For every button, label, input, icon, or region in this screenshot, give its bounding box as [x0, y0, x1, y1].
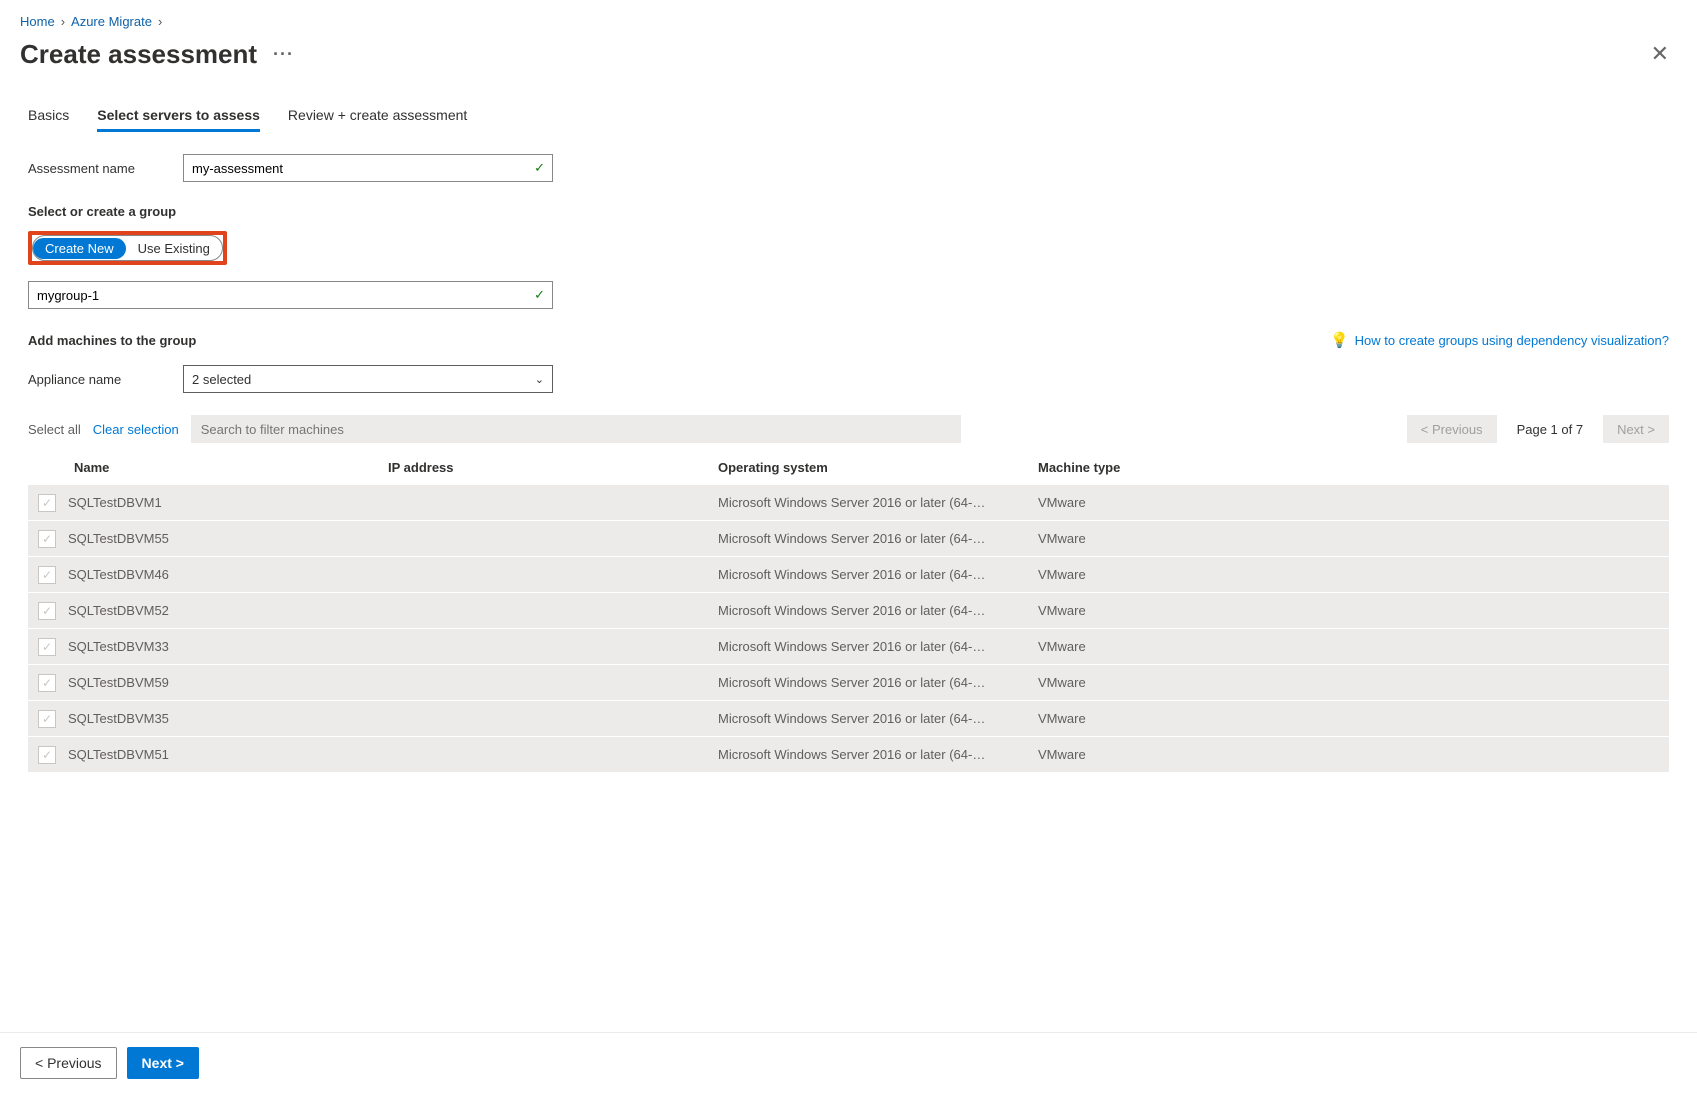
cell-os: Microsoft Windows Server 2016 or later (… — [718, 495, 1038, 510]
table-row[interactable]: ✓ SQLTestDBVM46 Microsoft Windows Server 2… — [28, 557, 1669, 593]
chevron-down-icon: ⌄ — [535, 373, 544, 386]
table-row[interactable]: ✓ SQLTestDBVM33 Microsoft Windows Server 2… — [28, 629, 1669, 665]
dependency-visualization-help-link[interactable]: 💡 How to create groups using dependency … — [1330, 331, 1669, 349]
select-or-create-group-heading: Select or create a group — [28, 204, 1669, 219]
row-checkbox[interactable]: ✓ — [38, 746, 56, 764]
cell-type: VMware — [1038, 603, 1669, 618]
col-type: Machine type — [1038, 460, 1669, 475]
cell-type: VMware — [1038, 747, 1669, 762]
machine-search-input[interactable] — [191, 415, 961, 443]
previous-button[interactable]: < Previous — [20, 1047, 117, 1079]
clear-selection-link[interactable]: Clear selection — [93, 422, 179, 437]
cell-type: VMware — [1038, 675, 1669, 690]
cell-type: VMware — [1038, 639, 1669, 654]
create-new-highlight: Create New Use Existing — [28, 231, 227, 265]
page-info: Page 1 of 7 — [1509, 422, 1592, 437]
table-row[interactable]: ✓ SQLTestDBVM52 Microsoft Windows Server 2… — [28, 593, 1669, 629]
table-row[interactable]: ✓ SQLTestDBVM51 Microsoft Windows Server 2… — [28, 737, 1669, 773]
cell-name: SQLTestDBVM1 — [68, 495, 388, 510]
breadcrumb-azure-migrate[interactable]: Azure Migrate — [71, 14, 152, 29]
lightbulb-icon: 💡 — [1330, 331, 1349, 349]
breadcrumb: Home › Azure Migrate › — [20, 10, 1677, 37]
col-name: Name — [68, 460, 388, 475]
cell-os: Microsoft Windows Server 2016 or later (… — [718, 567, 1038, 582]
table-row[interactable]: ✓ SQLTestDBVM1 Microsoft Windows Server 20… — [28, 485, 1669, 521]
next-button[interactable]: Next > — [127, 1047, 199, 1079]
add-machines-heading: Add machines to the group — [28, 333, 196, 348]
row-checkbox[interactable]: ✓ — [38, 602, 56, 620]
page-title: Create assessment ··· — [20, 39, 298, 70]
chevron-right-icon: › — [158, 14, 162, 29]
tab-review-create[interactable]: Review + create assessment — [288, 101, 467, 132]
cell-type: VMware — [1038, 531, 1669, 546]
machines-table: Name IP address Operating system Machine… — [28, 449, 1669, 773]
row-checkbox[interactable]: ✓ — [38, 674, 56, 692]
appliance-name-label: Appliance name — [28, 372, 163, 387]
row-checkbox[interactable]: ✓ — [38, 494, 56, 512]
cell-os: Microsoft Windows Server 2016 or later (… — [718, 639, 1038, 654]
cell-name: SQLTestDBVM55 — [68, 531, 388, 546]
row-checkbox[interactable]: ✓ — [38, 710, 56, 728]
tab-basics[interactable]: Basics — [28, 101, 69, 132]
row-checkbox[interactable]: ✓ — [38, 638, 56, 656]
cell-type: VMware — [1038, 495, 1669, 510]
table-row[interactable]: ✓ SQLTestDBVM35 Microsoft Windows Server 2… — [28, 701, 1669, 737]
col-os: Operating system — [718, 460, 1038, 475]
table-previous-button[interactable]: < Previous — [1407, 415, 1497, 443]
cell-name: SQLTestDBVM35 — [68, 711, 388, 726]
checkmark-icon: ✓ — [534, 160, 545, 176]
close-icon[interactable]: ✕ — [1643, 37, 1677, 71]
group-mode-toggle: Create New Use Existing — [32, 235, 223, 261]
cell-type: VMware — [1038, 567, 1669, 582]
cell-os: Microsoft Windows Server 2016 or later (… — [718, 531, 1038, 546]
wizard-footer: < Previous Next > — [0, 1032, 1697, 1093]
cell-type: VMware — [1038, 711, 1669, 726]
chevron-right-icon: › — [61, 14, 65, 29]
col-ip: IP address — [388, 460, 718, 475]
cell-name: SQLTestDBVM46 — [68, 567, 388, 582]
table-row[interactable]: ✓ SQLTestDBVM55 Microsoft Windows Server 2… — [28, 521, 1669, 557]
cell-name: SQLTestDBVM33 — [68, 639, 388, 654]
assessment-name-label: Assessment name — [28, 161, 163, 176]
row-checkbox[interactable]: ✓ — [38, 566, 56, 584]
cell-os: Microsoft Windows Server 2016 or later (… — [718, 711, 1038, 726]
cell-os: Microsoft Windows Server 2016 or later (… — [718, 603, 1038, 618]
cell-name: SQLTestDBVM59 — [68, 675, 388, 690]
group-name-input[interactable] — [28, 281, 553, 309]
cell-os: Microsoft Windows Server 2016 or later (… — [718, 747, 1038, 762]
table-row[interactable]: ✓ SQLTestDBVM59 Microsoft Windows Server 2… — [28, 665, 1669, 701]
select-all-link[interactable]: Select all — [28, 422, 81, 437]
cell-name: SQLTestDBVM52 — [68, 603, 388, 618]
more-actions-button[interactable]: ··· — [269, 44, 298, 65]
checkmark-icon: ✓ — [534, 287, 545, 303]
assessment-name-input[interactable] — [183, 154, 553, 182]
cell-name: SQLTestDBVM51 — [68, 747, 388, 762]
breadcrumb-home[interactable]: Home — [20, 14, 55, 29]
table-next-button[interactable]: Next > — [1603, 415, 1669, 443]
use-existing-pill[interactable]: Use Existing — [126, 238, 222, 259]
wizard-tabs: Basics Select servers to assess Review +… — [28, 101, 1669, 132]
row-checkbox[interactable]: ✓ — [38, 530, 56, 548]
appliance-name-select[interactable]: 2 selected ⌄ — [183, 365, 553, 393]
cell-os: Microsoft Windows Server 2016 or later (… — [718, 675, 1038, 690]
create-new-pill[interactable]: Create New — [33, 238, 126, 259]
tab-select-servers[interactable]: Select servers to assess — [97, 101, 260, 132]
